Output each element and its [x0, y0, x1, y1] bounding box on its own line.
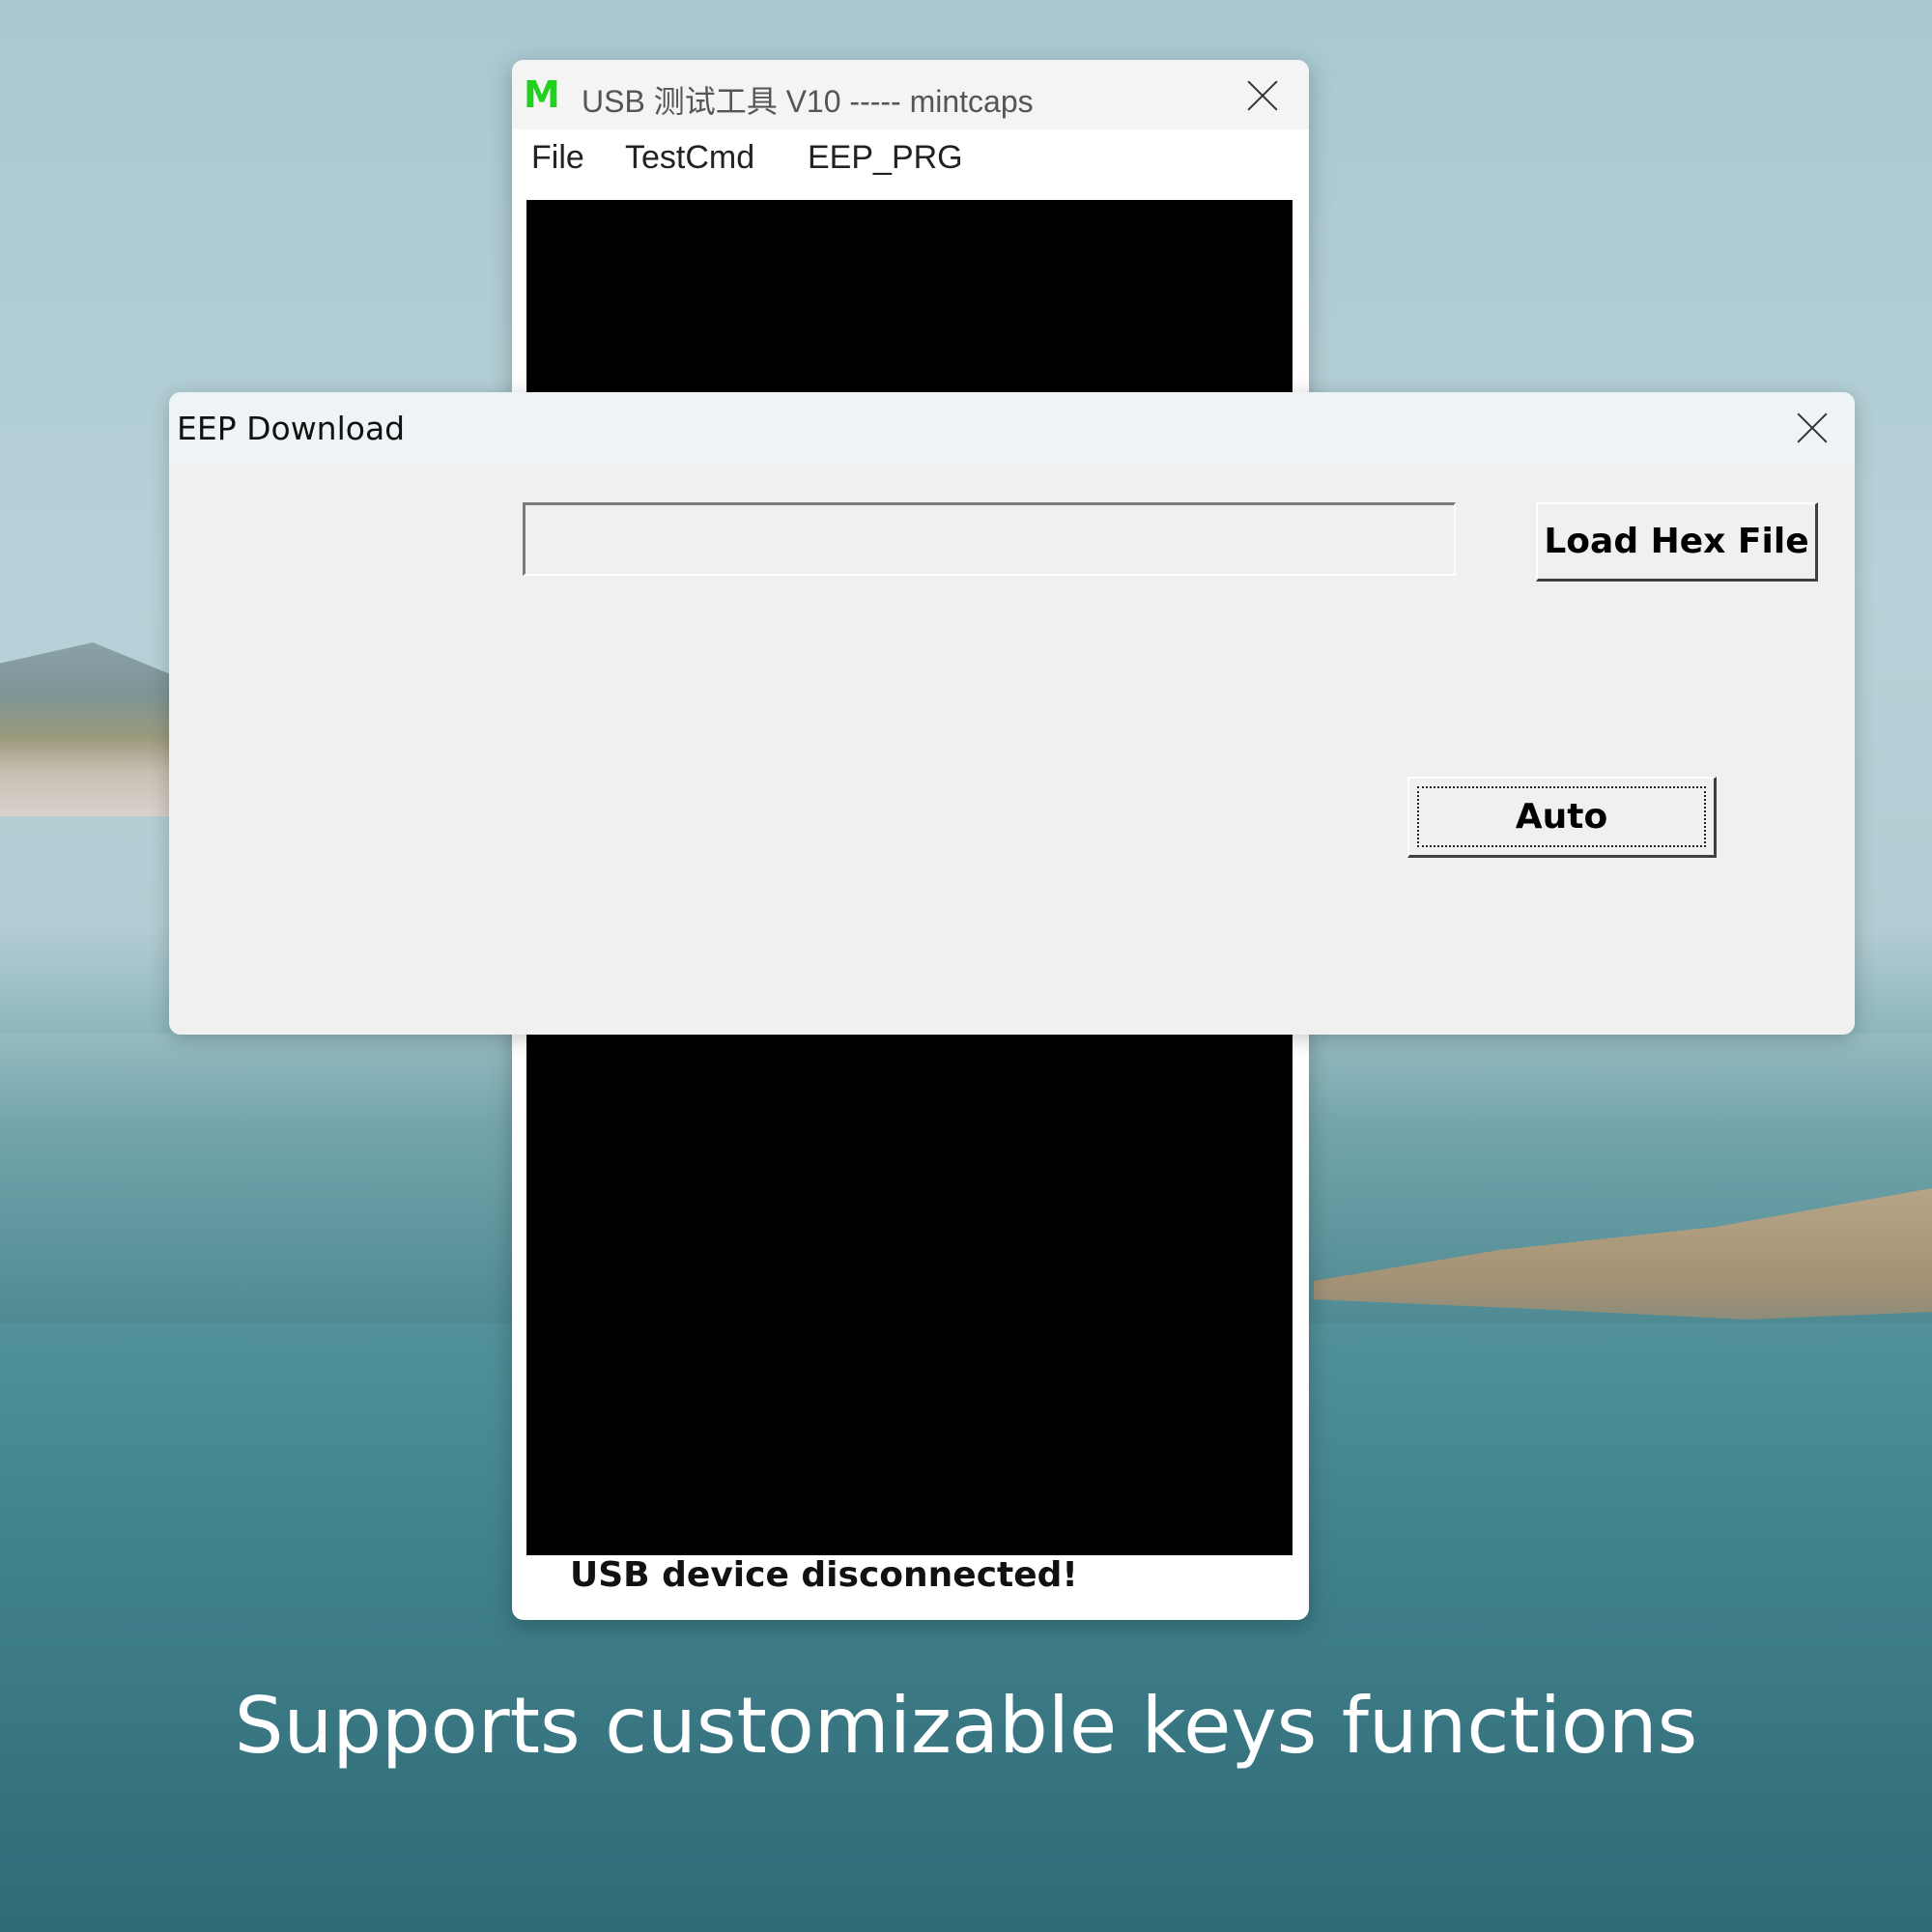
auto-button-label: Auto — [1515, 797, 1608, 837]
status-text: USB device disconnected! — [570, 1555, 1078, 1595]
dialog-titlebar[interactable]: EEP Download — [169, 392, 1855, 464]
promo-caption: Supports customizable keys functions — [234, 1681, 1698, 1771]
dialog-close-icon[interactable] — [1792, 408, 1833, 448]
main-titlebar[interactable]: M USB 测试工具 V10 ----- mintcaps — [512, 60, 1309, 129]
menu-item-testcmd[interactable]: TestCmd — [625, 139, 754, 177]
load-hex-file-button[interactable]: Load Hex File — [1536, 502, 1818, 582]
main-close-icon[interactable] — [1242, 75, 1283, 116]
hex-file-path-input[interactable] — [523, 502, 1456, 576]
background-hill — [0, 642, 169, 816]
auto-button[interactable]: Auto — [1407, 777, 1717, 858]
window-title: USB 测试工具 V10 ----- mintcaps — [582, 84, 1034, 119]
eep-download-dialog: EEP Download Load Hex File Auto — [169, 392, 1855, 1035]
dialog-title: EEP Download — [177, 410, 406, 447]
menu-item-file[interactable]: File — [531, 139, 584, 177]
menu-item-eep-prg[interactable]: EEP_PRG — [808, 139, 963, 177]
menubar: File TestCmd EEP_PRG — [512, 129, 1309, 185]
app-logo-icon: M — [524, 73, 560, 116]
